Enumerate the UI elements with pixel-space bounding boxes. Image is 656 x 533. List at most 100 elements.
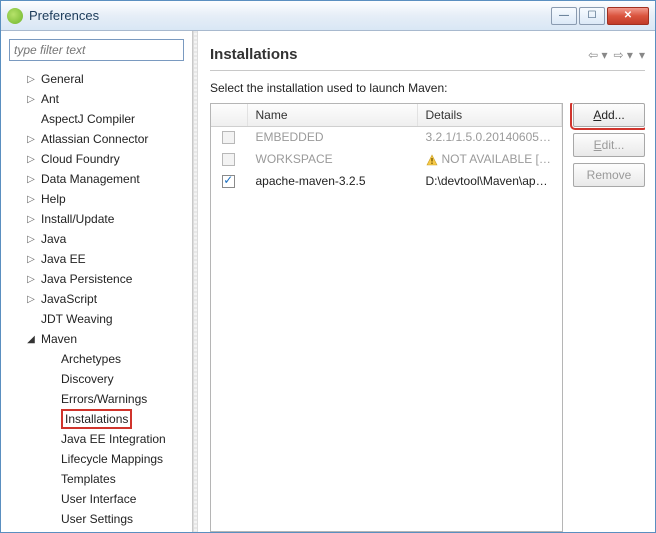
row-name-cell: EMBEDDED — [247, 126, 417, 148]
tree-expand-icon — [45, 353, 57, 365]
tree-expand-icon[interactable]: ▷ — [25, 133, 37, 145]
tree-item[interactable]: Lifecycle Mappings — [1, 449, 192, 469]
tree-expand-icon[interactable]: ▷ — [25, 233, 37, 245]
row-details-cell: NOT AVAILABLE [3.0,) — [417, 148, 562, 170]
tree-expand-icon[interactable]: ▷ — [25, 153, 37, 165]
tree-expand-icon — [45, 513, 57, 525]
window-title: Preferences — [29, 8, 551, 23]
instruction-text: Select the installation used to launch M… — [210, 81, 645, 95]
installations-table-wrap: Name Details EMBEDDED3.2.1/1.5.0.2014060… — [210, 103, 563, 532]
tree-item-label: JDT Weaving — [41, 312, 113, 326]
tree-item[interactable]: ▷Install/Update — [1, 209, 192, 229]
tree-expand-icon[interactable]: ▷ — [25, 93, 37, 105]
tree-item[interactable]: JDT Weaving — [1, 309, 192, 329]
row-checkbox-cell[interactable] — [211, 148, 247, 170]
row-checkbox-cell[interactable] — [211, 126, 247, 148]
tree-expand-icon — [25, 113, 37, 125]
tree-item[interactable]: ▷Help — [1, 189, 192, 209]
tree-item[interactable]: ▷ Java — [1, 229, 192, 249]
tree-item-label: Ant — [41, 92, 59, 106]
tree-item[interactable]: Archetypes — [1, 349, 192, 369]
column-name[interactable]: Name — [247, 104, 417, 126]
tree-expand-icon[interactable]: ▷ — [25, 293, 37, 305]
tree-item[interactable]: Templates — [1, 469, 192, 489]
tree-item[interactable]: ▷Java EE — [1, 249, 192, 269]
tree-item[interactable]: ▷ JavaScript — [1, 289, 192, 309]
row-name-cell: apache-maven-3.2.5 — [247, 170, 417, 192]
row-checkbox[interactable] — [222, 175, 235, 188]
tree-item[interactable]: AspectJ Compiler — [1, 109, 192, 129]
tree-item-label: Discovery — [61, 372, 114, 386]
minimize-button[interactable]: — — [551, 7, 577, 25]
tree-item[interactable]: Discovery — [1, 369, 192, 389]
tree-item-label: Cloud Foundry — [41, 152, 120, 166]
column-details[interactable]: Details — [417, 104, 562, 126]
tree-item-label: User Interface — [61, 492, 136, 506]
row-details-cell: 3.2.1/1.5.0.20140605-2032 — [417, 126, 562, 148]
tree-item-label: JavaScript — [41, 292, 97, 306]
column-check[interactable] — [211, 104, 247, 126]
tree-item-label: Java Persistence — [41, 272, 132, 286]
tree-collapse-icon[interactable]: ◢ — [25, 333, 37, 345]
body-row: Name Details EMBEDDED3.2.1/1.5.0.2014060… — [210, 103, 645, 532]
maximize-button[interactable]: ☐ — [579, 7, 605, 25]
main-header: Installations ⇦ ▾ ⇨ ▾ ▾ — [210, 39, 645, 71]
tree-item-label: Archetypes — [61, 352, 121, 366]
preference-tree[interactable]: ▷General▷AntAspectJ Compiler▷Atlassian C… — [1, 67, 192, 532]
nav-back-button[interactable]: ⇦ ▾ — [588, 48, 607, 62]
tree-expand-icon[interactable]: ▷ — [25, 273, 37, 285]
nav-forward-button[interactable]: ⇨ ▾ — [614, 48, 633, 62]
row-name-cell: WORKSPACE — [247, 148, 417, 170]
button-column: Add... Edit... Remove — [573, 103, 645, 532]
table-row[interactable]: apache-maven-3.2.5D:\devtool\Maven\apach… — [211, 170, 562, 192]
tree-expand-icon — [25, 313, 37, 325]
row-checkbox-cell[interactable] — [211, 170, 247, 192]
row-checkbox — [222, 153, 235, 166]
row-details-cell: D:\devtool\Maven\apache-mave — [417, 170, 562, 192]
tree-item[interactable]: ▷Atlassian Connector — [1, 129, 192, 149]
tree-item[interactable]: ▷ Ant — [1, 89, 192, 109]
window-buttons: — ☐ ✕ — [551, 7, 649, 25]
installations-table[interactable]: Name Details EMBEDDED3.2.1/1.5.0.2014060… — [211, 104, 562, 192]
tree-item[interactable]: Installations — [1, 409, 192, 429]
app-icon — [7, 8, 23, 24]
tree-expand-icon[interactable]: ▷ — [25, 193, 37, 205]
tree-item[interactable]: Errors/Warnings — [1, 389, 192, 409]
tree-item[interactable]: User Settings — [1, 509, 192, 529]
page-title: Installations — [210, 46, 588, 63]
tree-item[interactable]: Java EE Integration — [1, 429, 192, 449]
tree-expand-icon — [45, 453, 57, 465]
tree-item-label: Installations — [65, 412, 128, 426]
nav-menu-button[interactable]: ▾ — [639, 48, 645, 62]
titlebar: Preferences — ☐ ✕ — [1, 1, 655, 31]
tree-item[interactable]: User Interface — [1, 489, 192, 509]
sidebar: ▷General▷AntAspectJ Compiler▷Atlassian C… — [1, 31, 193, 532]
tree-item[interactable]: ▷Data Management — [1, 169, 192, 189]
tree-expand-icon — [45, 393, 57, 405]
tree-expand-icon — [45, 493, 57, 505]
edit-button[interactable]: Edit... — [573, 133, 645, 157]
tree-item-label: Java — [41, 232, 66, 246]
close-button[interactable]: ✕ — [607, 7, 649, 25]
tree-item-label: Errors/Warnings — [61, 392, 147, 406]
row-checkbox — [222, 131, 235, 144]
tree-expand-icon[interactable]: ▷ — [25, 213, 37, 225]
tree-expand-icon[interactable]: ▷ — [25, 253, 37, 265]
table-row[interactable]: WORKSPACENOT AVAILABLE [3.0,) — [211, 148, 562, 170]
tree-item[interactable]: ▷ Cloud Foundry — [1, 149, 192, 169]
tree-item-label: Java EE Integration — [61, 432, 166, 446]
remove-button[interactable]: Remove — [573, 163, 645, 187]
table-row[interactable]: EMBEDDED3.2.1/1.5.0.20140605-2032 — [211, 126, 562, 148]
add-button[interactable]: Add... — [573, 103, 645, 127]
tree-item[interactable]: ▷ Java Persistence — [1, 269, 192, 289]
content-area: ▷General▷AntAspectJ Compiler▷Atlassian C… — [1, 31, 655, 532]
tree-item-label: Templates — [61, 472, 116, 486]
filter-input[interactable] — [9, 39, 184, 61]
tree-item[interactable]: ◢ Maven — [1, 329, 192, 349]
tree-item[interactable]: ▷Mylyn — [1, 529, 192, 532]
nav-arrows: ⇦ ▾ ⇨ ▾ ▾ — [588, 48, 645, 62]
tree-expand-icon[interactable]: ▷ — [25, 73, 37, 85]
tree-item-label: Maven — [41, 332, 77, 346]
tree-expand-icon[interactable]: ▷ — [25, 173, 37, 185]
tree-item[interactable]: ▷General — [1, 69, 192, 89]
